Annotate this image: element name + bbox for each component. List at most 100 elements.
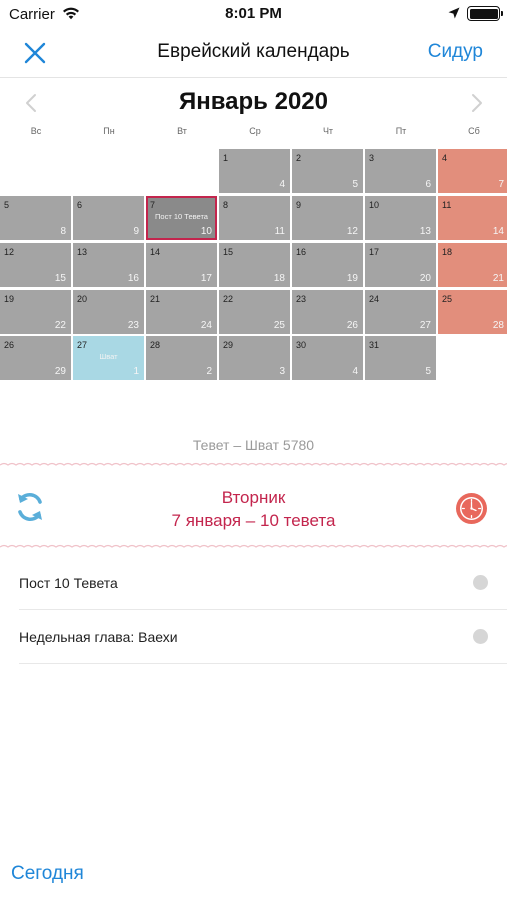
location-arrow-icon bbox=[448, 7, 460, 19]
nav-bar: Еврейский календарь Сидур bbox=[0, 28, 507, 78]
selected-day-info: Вторник 7 января – 10 тевета bbox=[0, 486, 507, 532]
calendar-day[interactable]: 58 bbox=[0, 196, 71, 240]
month-title: Январь 2020 bbox=[178, 88, 328, 115]
gregorian-date: 26 bbox=[4, 340, 15, 350]
gregorian-date: 28 bbox=[150, 340, 161, 350]
gregorian-date: 25 bbox=[442, 294, 453, 304]
calendar-day[interactable]: 30 4 bbox=[292, 336, 363, 380]
gregorian-date: 31 bbox=[369, 340, 380, 350]
hebrew-date: 23 bbox=[127, 320, 139, 331]
gregorian-date: 20 bbox=[77, 294, 88, 304]
calendar-day[interactable]: 14 17 bbox=[146, 243, 217, 287]
calendar-day[interactable]: 12 15 bbox=[0, 243, 71, 287]
calendar-day[interactable]: 21 24 bbox=[146, 290, 217, 334]
calendar-day[interactable]: 25 28 bbox=[438, 290, 507, 334]
hebrew-date: 4 bbox=[352, 366, 358, 377]
hebrew-date: 5 bbox=[352, 179, 358, 190]
calendar-day[interactable]: 15 18 bbox=[219, 243, 290, 287]
event-row[interactable]: Пост 10 Тевета bbox=[19, 556, 507, 610]
calendar-day[interactable]: 26 29 bbox=[0, 336, 71, 380]
calendar-day[interactable]: 25 bbox=[292, 149, 363, 193]
chevron-right-icon[interactable] bbox=[470, 93, 484, 113]
calendar-day[interactable]: 28 2 bbox=[146, 336, 217, 380]
gregorian-date: 13 bbox=[77, 247, 88, 257]
battery-icon bbox=[467, 6, 503, 21]
gregorian-date: 12 bbox=[4, 247, 15, 257]
calendar-day[interactable]: 24 27 bbox=[365, 290, 436, 334]
gregorian-date: 11 bbox=[442, 200, 452, 210]
event-label: Недельная глава: Ваехи bbox=[19, 629, 178, 645]
calendar-day[interactable]: 20 23 bbox=[73, 290, 144, 334]
calendar-day[interactable]: 10 13 bbox=[365, 196, 436, 240]
event-status-dot[interactable] bbox=[473, 629, 488, 644]
hebrew-date: 28 bbox=[492, 320, 504, 331]
calendar-day[interactable]: 27 Шват 1 bbox=[73, 336, 144, 380]
gregorian-date: 10 bbox=[369, 200, 380, 210]
calendar-day[interactable]: 47 bbox=[438, 149, 507, 193]
event-label: Пост 10 Тевета bbox=[19, 575, 118, 591]
weekday-label: Сб bbox=[468, 126, 480, 136]
calendar-day[interactable]: 9 12 bbox=[292, 196, 363, 240]
gregorian-date: 8 bbox=[223, 200, 229, 210]
wave-divider-bottom bbox=[0, 544, 507, 548]
calendar-day[interactable]: 8 11 bbox=[219, 196, 290, 240]
gregorian-date: 30 bbox=[296, 340, 307, 350]
hebrew-date: 9 bbox=[133, 226, 139, 237]
hebrew-date: 8 bbox=[60, 226, 66, 237]
hebrew-date: 20 bbox=[419, 273, 431, 284]
hebrew-date: 6 bbox=[425, 179, 431, 190]
siddur-button[interactable]: Сидур bbox=[428, 41, 483, 63]
gregorian-date: 16 bbox=[296, 247, 307, 257]
hebrew-date: 1 bbox=[133, 366, 139, 377]
calendar-day[interactable]: 13 16 bbox=[73, 243, 144, 287]
calendar-day[interactable]: 69 bbox=[73, 196, 144, 240]
selected-weekday: Вторник bbox=[221, 488, 286, 507]
calendar-day[interactable]: 14 bbox=[219, 149, 290, 193]
gregorian-date: 4 bbox=[442, 153, 448, 163]
weekday-label: Пт bbox=[395, 126, 407, 136]
hebrew-date: 11 bbox=[274, 226, 285, 237]
hebrew-date: 4 bbox=[279, 179, 285, 190]
month-header: Январь 2020 bbox=[0, 84, 507, 122]
calendar-day[interactable]: 23 26 bbox=[292, 290, 363, 334]
gregorian-date: 15 bbox=[223, 247, 234, 257]
gregorian-date: 2 bbox=[296, 153, 302, 163]
hebrew-date: 13 bbox=[419, 226, 431, 237]
calendar-day-selected[interactable]: 7 Пост 10 Тевета 10 bbox=[146, 196, 217, 240]
gregorian-date: 22 bbox=[223, 294, 234, 304]
hebrew-date: 29 bbox=[54, 366, 66, 377]
today-button[interactable]: Сегодня bbox=[11, 863, 84, 885]
day-note: Пост 10 Тевета bbox=[155, 212, 208, 221]
hebrew-date: 21 bbox=[492, 273, 504, 284]
weekday-label: Вс bbox=[30, 126, 42, 136]
wave-divider-top bbox=[0, 462, 507, 466]
divider bbox=[19, 663, 507, 664]
calendar-day[interactable]: 16 19 bbox=[292, 243, 363, 287]
calendar-day[interactable]: 17 20 bbox=[365, 243, 436, 287]
calendar-day[interactable]: 31 5 bbox=[365, 336, 436, 380]
weekday-label: Чт bbox=[322, 126, 334, 136]
gregorian-date: 21 bbox=[150, 294, 161, 304]
hebrew-date: 27 bbox=[419, 320, 431, 331]
calendar-day[interactable]: 22 25 bbox=[219, 290, 290, 334]
gregorian-date: 17 bbox=[369, 247, 380, 257]
gregorian-date: 14 bbox=[150, 247, 161, 257]
hebrew-date: 3 bbox=[279, 366, 285, 377]
gregorian-date: 18 bbox=[442, 247, 453, 257]
hebrew-date: 19 bbox=[346, 273, 358, 284]
hebrew-date: 15 bbox=[54, 273, 66, 284]
hebrew-date: 24 bbox=[200, 320, 212, 331]
calendar-day[interactable]: 18 21 bbox=[438, 243, 507, 287]
event-status-dot[interactable] bbox=[473, 575, 488, 590]
hebrew-date: 17 bbox=[200, 273, 212, 284]
calendar-day[interactable]: 29 3 bbox=[219, 336, 290, 380]
hebrew-date: 22 bbox=[54, 320, 66, 331]
status-bar: Carrier 8:01 PM bbox=[0, 0, 507, 28]
calendar-day[interactable]: 19 22 bbox=[0, 290, 71, 334]
event-row[interactable]: Недельная глава: Ваехи bbox=[19, 610, 507, 664]
weekday-label: Пн bbox=[103, 126, 115, 136]
calendar-day[interactable]: 11 14 bbox=[438, 196, 507, 240]
gregorian-date: 9 bbox=[296, 200, 302, 210]
calendar-day[interactable]: 36 bbox=[365, 149, 436, 193]
clock-icon[interactable] bbox=[455, 492, 488, 525]
